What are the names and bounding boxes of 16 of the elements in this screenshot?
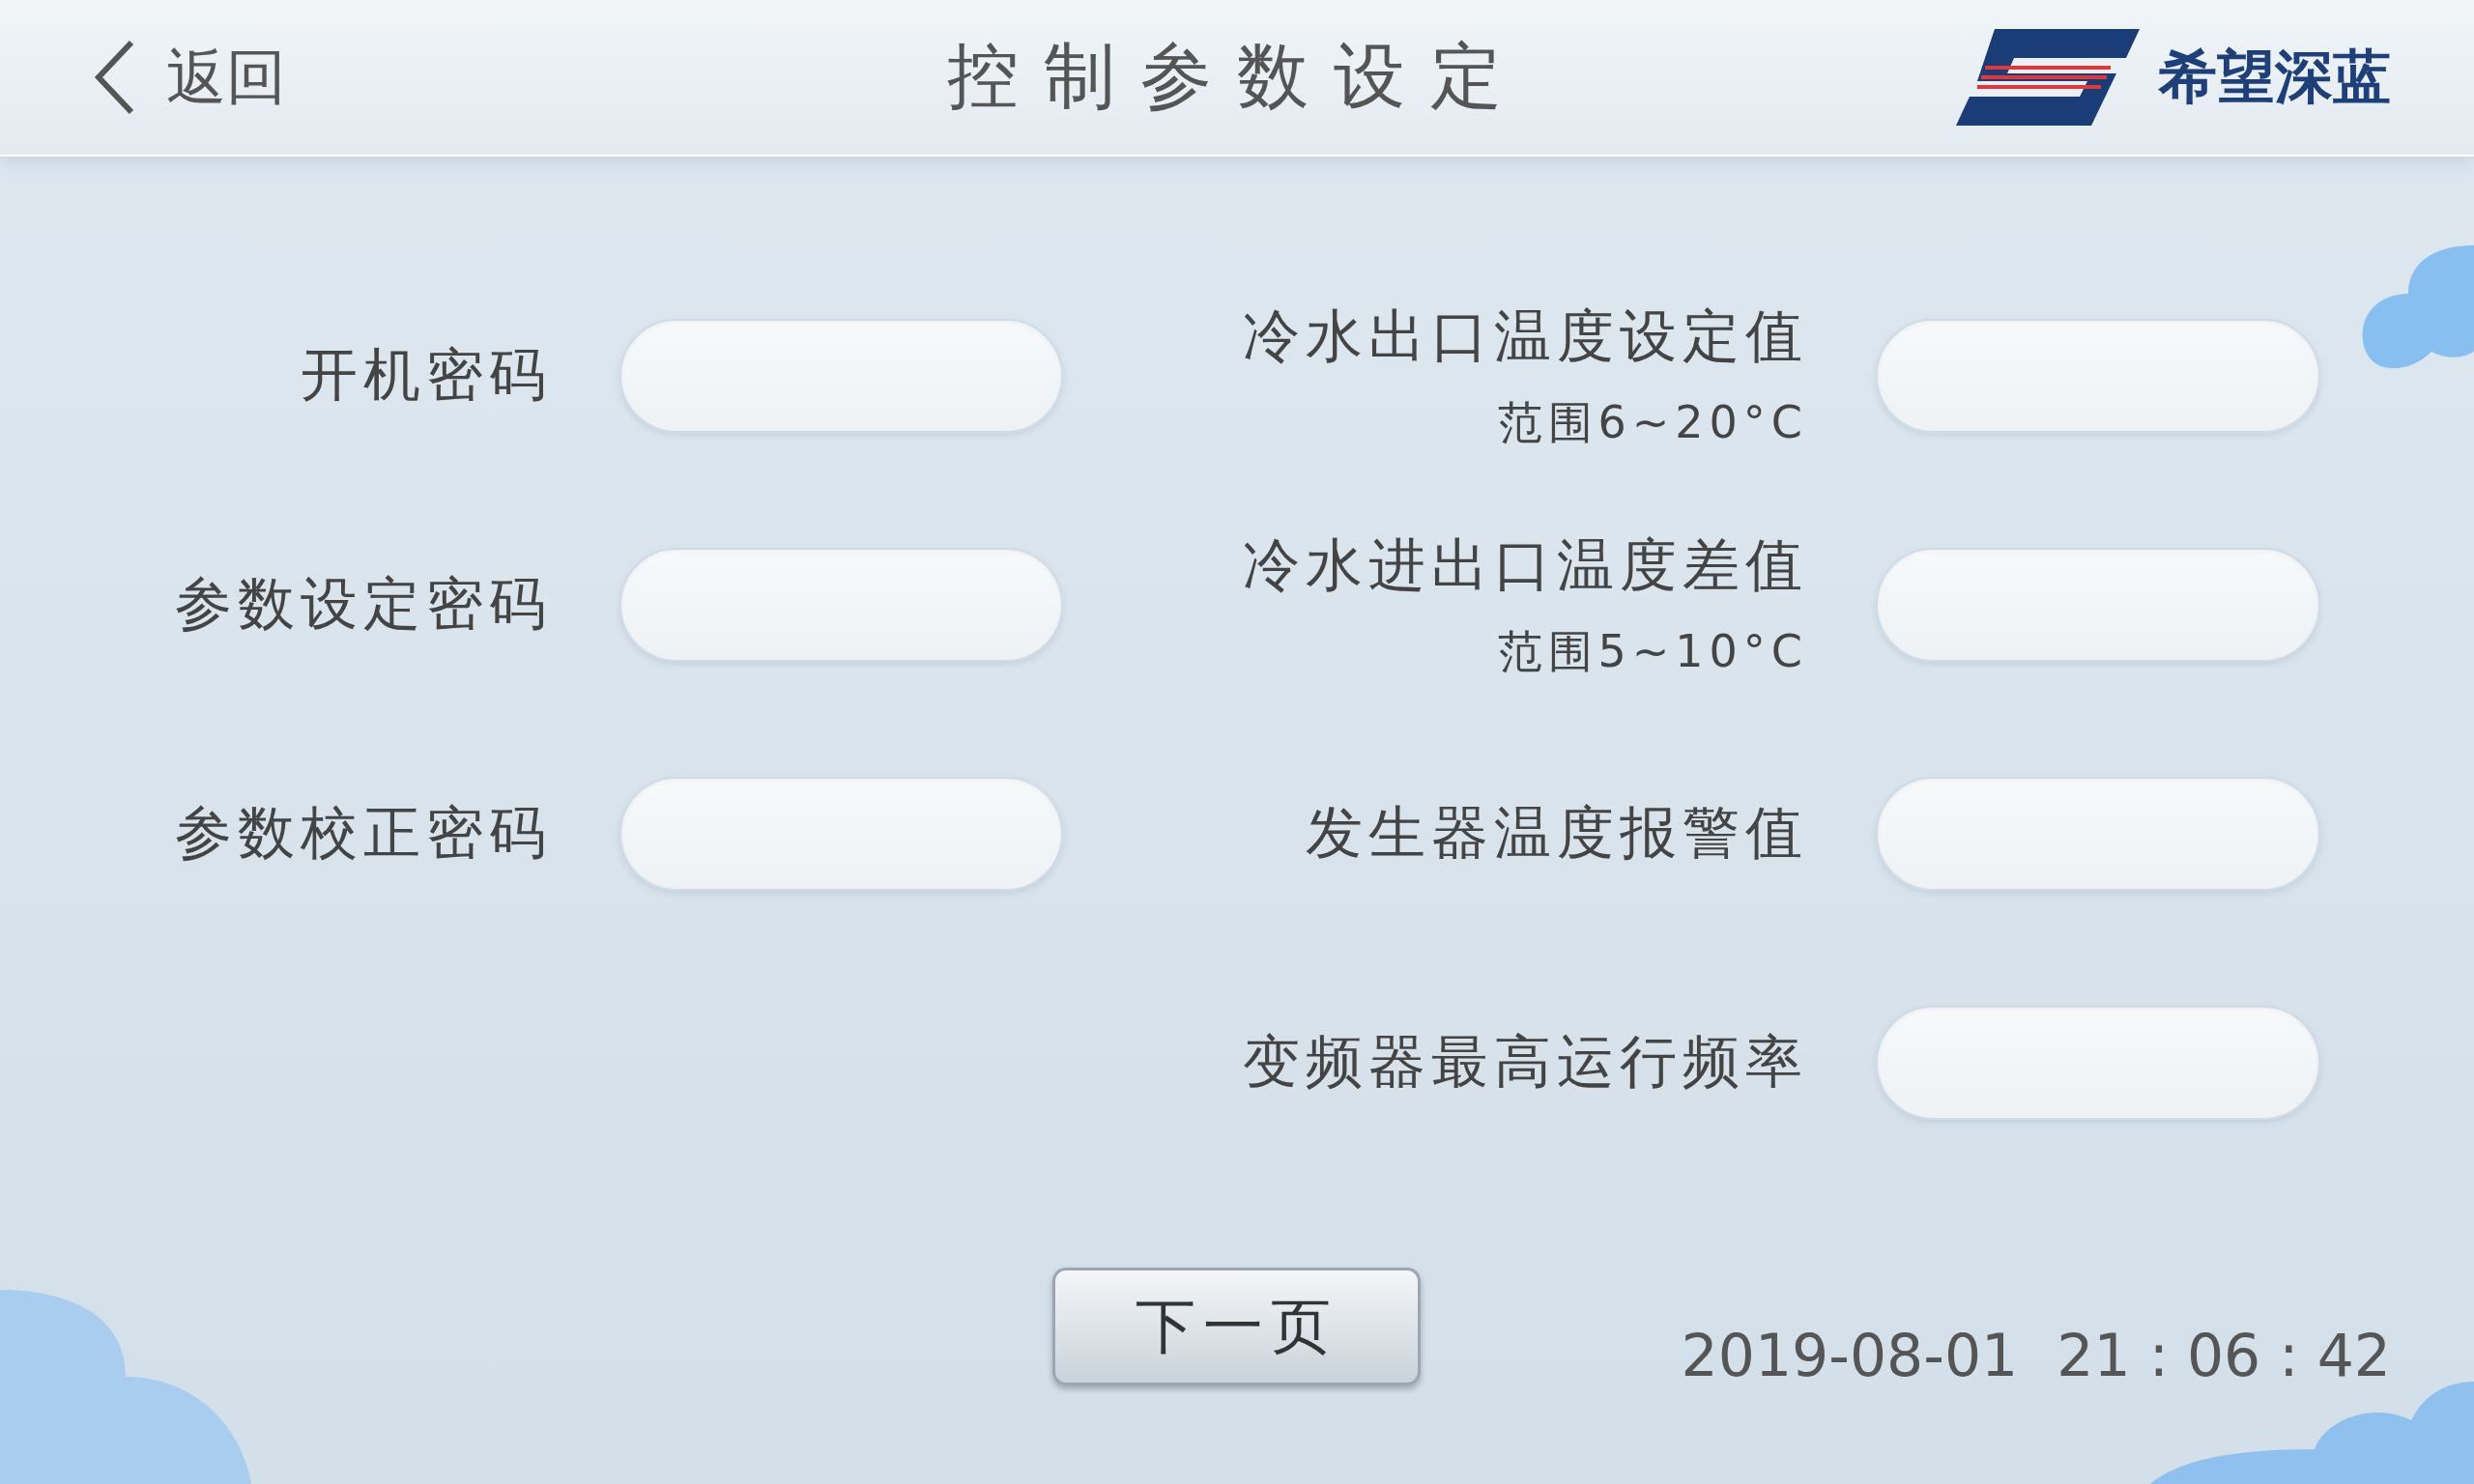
back-button[interactable]: 返回 [93, 37, 286, 118]
page-title: 控制参数设定 [947, 33, 1527, 119]
time-text: 21 : 06 : 42 [2057, 1322, 2391, 1389]
range-hint: 范围5~10°C [1497, 623, 1808, 679]
brand-name: 希望深蓝 [2159, 41, 2391, 112]
field-label: 冷水进出口温度差值 [1243, 529, 1808, 600]
field-label: 变频器最高运行频率 [1243, 1026, 1808, 1097]
field-label: 冷水出口温度设定值 [1243, 300, 1808, 371]
field-label: 参数校正密码 [175, 797, 552, 868]
field-label: 参数设定密码 [175, 568, 552, 639]
field-label: 发生器温度报警值 [1306, 797, 1808, 868]
range-hint: 范围6~20°C [1497, 394, 1808, 450]
field-label: 开机密码 [301, 339, 552, 410]
logo-icon [1956, 29, 2140, 126]
date-text: 2019-08-01 [1681, 1322, 2019, 1389]
next-page-button[interactable]: 下一页 [1052, 1268, 1421, 1385]
